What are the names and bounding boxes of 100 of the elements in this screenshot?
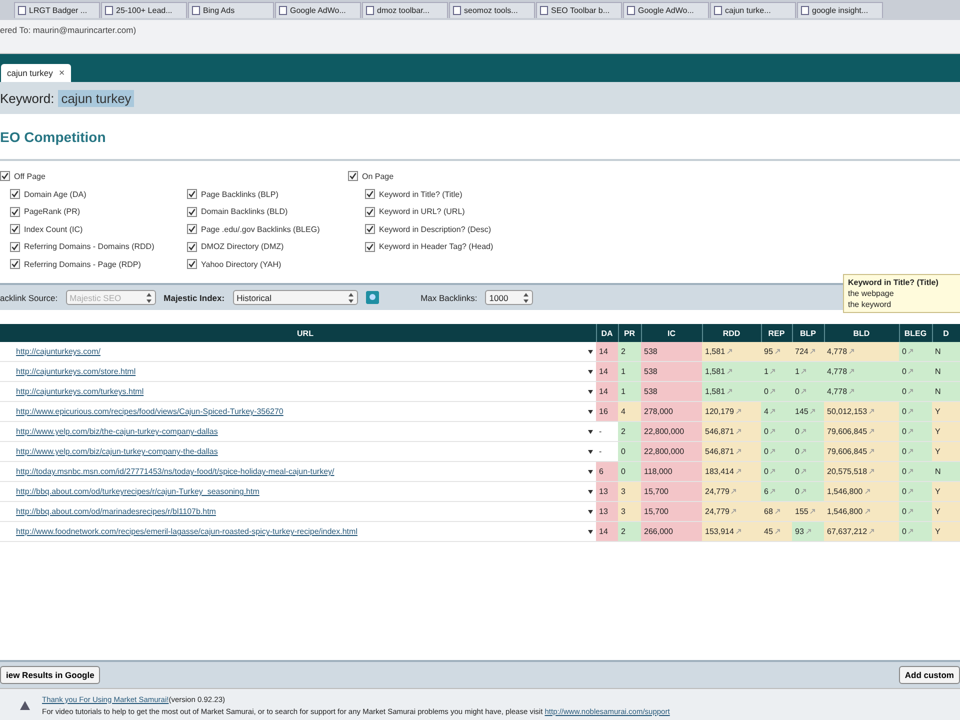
dropdown-icon[interactable]: [588, 370, 593, 374]
checkbox[interactable]: [10, 242, 20, 252]
external-link-icon[interactable]: [801, 489, 806, 494]
external-link-icon[interactable]: [908, 389, 914, 394]
column-header[interactable]: PR: [618, 324, 641, 342]
external-link-icon[interactable]: [869, 469, 874, 474]
dropdown-icon[interactable]: [588, 470, 593, 474]
checkbox[interactable]: [187, 189, 197, 199]
external-link-icon[interactable]: [849, 349, 854, 354]
url-link[interactable]: http://cajunturkeys.com/turkeys.html: [16, 387, 144, 396]
column-header[interactable]: REP: [761, 324, 792, 342]
external-link-icon[interactable]: [736, 429, 741, 434]
url-link[interactable]: http://cajunturkeys.com/: [16, 347, 100, 356]
external-link-icon[interactable]: [770, 389, 776, 394]
column-header[interactable]: URL: [0, 324, 596, 342]
max-select[interactable]: 1000: [485, 290, 534, 305]
add-custom-button[interactable]: Add custom: [898, 666, 960, 684]
external-link-icon[interactable]: [801, 429, 806, 434]
external-link-icon[interactable]: [774, 509, 780, 514]
url-link[interactable]: http://cajunturkeys.com/store.html: [16, 367, 136, 376]
external-link-icon[interactable]: [864, 509, 870, 514]
external-link-icon[interactable]: [810, 349, 816, 354]
external-link-icon[interactable]: [908, 469, 914, 474]
external-link-icon[interactable]: [770, 449, 776, 454]
column-header[interactable]: BLP: [792, 324, 824, 342]
external-link-icon[interactable]: [736, 449, 741, 454]
checkbox[interactable]: [187, 242, 197, 252]
browser-tab[interactable]: 25-100+ Lead...: [101, 2, 187, 18]
external-link-icon[interactable]: [810, 409, 816, 414]
external-link-icon[interactable]: [727, 369, 732, 374]
external-link-icon[interactable]: [774, 529, 780, 534]
checkbox[interactable]: [10, 259, 20, 269]
url-link[interactable]: http://www.epicurious.com/recipes/food/views/Cajun-Spiced-Turkey-356270: [16, 407, 284, 416]
external-link-icon[interactable]: [810, 509, 816, 514]
external-link-icon[interactable]: [731, 489, 736, 494]
keyword-tab[interactable]: cajun turkey ×: [1, 64, 71, 82]
column-header[interactable]: BLD: [824, 324, 899, 342]
external-link-icon[interactable]: [908, 369, 914, 374]
external-link-icon[interactable]: [770, 469, 776, 474]
dropdown-icon[interactable]: [588, 410, 593, 414]
browser-tab[interactable]: Bing Ads: [188, 2, 274, 18]
external-link-icon[interactable]: [770, 429, 776, 434]
external-link-icon[interactable]: [908, 529, 914, 534]
column-header[interactable]: D: [932, 324, 960, 342]
external-link-icon[interactable]: [908, 449, 914, 454]
browser-tab[interactable]: cajun turke...: [710, 2, 796, 18]
dropdown-icon[interactable]: [588, 510, 593, 514]
checkbox[interactable]: [365, 242, 375, 252]
browser-tab[interactable]: Google AdWo...: [623, 2, 709, 18]
url-link[interactable]: http://bbq.about.com/od/turkeyrecipes/r/cajun-Turkey_seasoning.htm: [16, 487, 260, 496]
external-link-icon[interactable]: [770, 409, 776, 414]
external-link-icon[interactable]: [869, 409, 874, 414]
external-link-icon[interactable]: [908, 489, 914, 494]
dropdown-icon[interactable]: [588, 450, 593, 454]
checkbox[interactable]: [365, 189, 375, 199]
external-link-icon[interactable]: [849, 389, 854, 394]
external-link-icon[interactable]: [801, 389, 806, 394]
checkbox[interactable]: [187, 224, 197, 234]
external-link-icon[interactable]: [801, 369, 806, 374]
external-link-icon[interactable]: [908, 429, 914, 434]
dropdown-icon[interactable]: [588, 530, 593, 534]
browser-tab[interactable]: LRGT Badger ...: [14, 2, 100, 18]
index-select[interactable]: Historical: [232, 290, 358, 305]
external-link-icon[interactable]: [908, 509, 914, 514]
external-link-icon[interactable]: [736, 529, 741, 534]
url-link[interactable]: http://www.yelp.com/biz/cajun-turkey-company-the-dallas: [16, 447, 218, 456]
browser-tab[interactable]: SEO Toolbar b...: [536, 2, 622, 18]
checkbox[interactable]: [365, 206, 375, 216]
dropdown-icon[interactable]: [588, 490, 593, 494]
dropdown-icon[interactable]: [588, 350, 593, 354]
checkbox[interactable]: [187, 206, 197, 216]
external-link-icon[interactable]: [731, 509, 736, 514]
checkbox[interactable]: [10, 224, 20, 234]
url-link[interactable]: http://www.foodnetwork.com/recipes/emeril-lagasse/cajun-roasted-spicy-turkey-recipe/index.html: [16, 527, 358, 536]
external-link-icon[interactable]: [864, 489, 870, 494]
external-link-icon[interactable]: [801, 469, 806, 474]
browser-tab[interactable]: seomoz tools...: [449, 2, 535, 18]
external-link-icon[interactable]: [736, 469, 741, 474]
external-link-icon[interactable]: [774, 349, 780, 354]
dropdown-icon[interactable]: [588, 390, 593, 394]
url-link[interactable]: http://www.yelp.com/biz/the-cajun-turkey-company-dallas: [16, 427, 218, 436]
external-link-icon[interactable]: [806, 529, 811, 534]
view-google-button[interactable]: iew Results in Google: [0, 666, 100, 684]
checkbox[interactable]: [0, 171, 10, 181]
browser-tab[interactable]: google insight...: [797, 2, 883, 18]
external-link-icon[interactable]: [869, 449, 874, 454]
browser-tab[interactable]: Google AdWo...: [275, 2, 361, 18]
external-link-icon[interactable]: [849, 369, 854, 374]
dropdown-icon[interactable]: [588, 430, 593, 434]
external-link-icon[interactable]: [869, 529, 874, 534]
close-icon[interactable]: ×: [58, 68, 65, 78]
external-link-icon[interactable]: [727, 349, 732, 354]
column-header[interactable]: BLEG: [899, 324, 932, 342]
help-icon[interactable]: [366, 291, 379, 304]
browser-tab[interactable]: dmoz toolbar...: [362, 2, 448, 18]
external-link-icon[interactable]: [727, 389, 732, 394]
column-header[interactable]: IC: [641, 324, 702, 342]
external-link-icon[interactable]: [908, 409, 914, 414]
url-link[interactable]: http://bbq.about.com/od/marinadesrecipes/r/bl1107b.htm: [16, 507, 216, 516]
checkbox[interactable]: [10, 189, 20, 199]
